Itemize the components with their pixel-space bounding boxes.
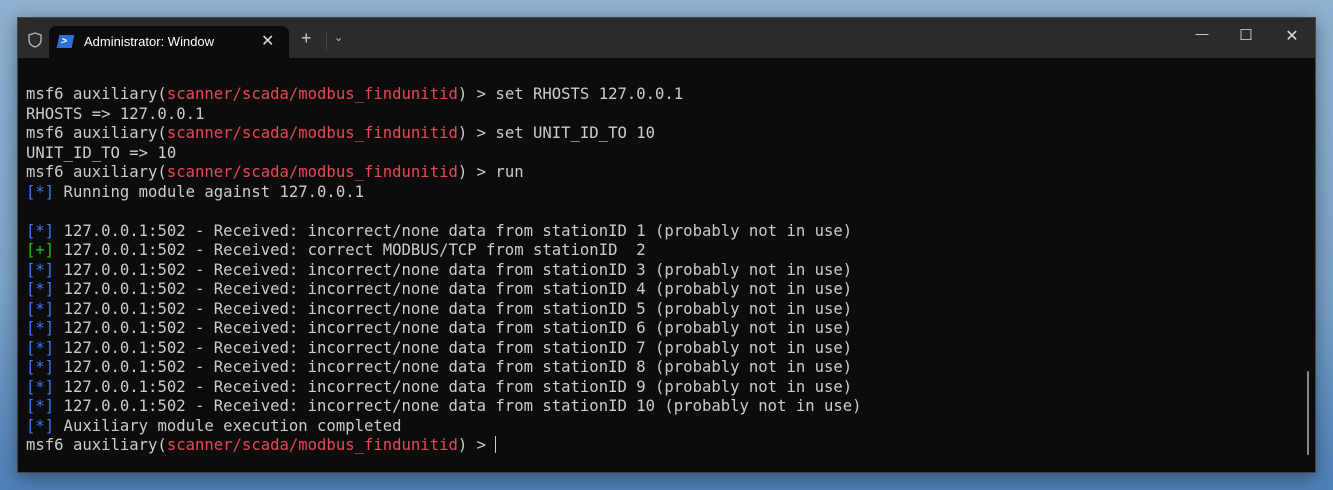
terminal-line: msf6 auxiliary(scanner/scada/modbus_find… xyxy=(26,124,862,144)
terminal-text: 127.0.0.1:502 - Received: incorrect/none… xyxy=(54,319,853,337)
terminal-line: [*] 127.0.0.1:502 - Received: incorrect/… xyxy=(26,319,862,339)
terminal-line: [*] 127.0.0.1:502 - Received: incorrect/… xyxy=(26,358,862,378)
terminal-line: [*] 127.0.0.1:502 - Received: incorrect/… xyxy=(26,378,862,398)
colored-text-green: [+] xyxy=(26,241,55,259)
terminal-text: 127.0.0.1:502 - Received: incorrect/none… xyxy=(54,377,853,396)
colored-text-red: scanner/scada/modbus_findunitid xyxy=(166,436,458,454)
terminal-line: [*] 127.0.0.1:502 - Received: incorrect/… xyxy=(26,280,862,300)
minimize-button[interactable]: — xyxy=(1182,26,1222,41)
scrollbar[interactable] xyxy=(1307,371,1309,455)
terminal-line: [*] 127.0.0.1:502 - Received: incorrect/… xyxy=(26,397,862,417)
terminal-line: msf6 auxiliary(scanner/scada/modbus_find… xyxy=(26,163,862,183)
terminal-text: 127.0.0.1:502 - Received: correct MODBUS… xyxy=(54,241,646,259)
terminal-line: UNIT_ID_TO => 10 xyxy=(26,144,862,164)
terminal-text: Auxiliary module execution completed xyxy=(54,416,402,435)
colored-text-blue: [*] xyxy=(26,338,55,357)
new-tab-button[interactable]: + xyxy=(301,29,312,47)
terminal-text: 127.0.0.1:502 - Received: incorrect/none… xyxy=(54,280,853,298)
powershell-icon: > xyxy=(56,35,75,48)
terminal-text: ) > set RHOSTS 127.0.0.1 xyxy=(457,85,684,103)
colored-text-blue: [*] xyxy=(26,319,55,337)
close-button[interactable]: ✕ xyxy=(1272,26,1312,46)
colored-text-blue: [*] xyxy=(26,260,55,279)
terminal-line: [*] 127.0.0.1:502 - Received: incorrect/… xyxy=(26,261,862,281)
terminal-line: [*] 127.0.0.1:502 - Received: incorrect/… xyxy=(26,222,862,242)
terminal-line: RHOSTS => 127.0.0.1 xyxy=(26,105,862,125)
terminal-text: ) > xyxy=(457,436,496,454)
colored-text-blue: [*] xyxy=(26,416,55,435)
terminal-line: msf6 auxiliary(scanner/scada/modbus_find… xyxy=(26,436,862,456)
terminal-line: [*] Running module against 127.0.0.1 xyxy=(26,183,862,203)
colored-text-blue: [*] xyxy=(26,397,55,415)
terminal-text: msf6 auxiliary( xyxy=(26,163,167,181)
colored-text-blue: [*] xyxy=(26,377,55,396)
colored-text-red: scanner/scada/modbus_findunitid xyxy=(166,85,458,103)
terminal-text: 127.0.0.1:502 - Received: incorrect/none… xyxy=(54,260,853,279)
terminal-line: msf6 auxiliary(scanner/scada/modbus_find… xyxy=(26,85,862,105)
colored-text-blue: [*] xyxy=(26,358,55,376)
terminal-text: 127.0.0.1:502 - Received: incorrect/none… xyxy=(54,397,862,415)
maximize-button[interactable]: ☐ xyxy=(1226,26,1266,44)
terminal-text: ) > run xyxy=(457,163,524,181)
terminal-line: [*] 127.0.0.1:502 - Received: incorrect/… xyxy=(26,300,862,320)
colored-text-blue: [*] xyxy=(26,280,55,298)
terminal-text: RHOSTS => 127.0.0.1 xyxy=(26,104,205,123)
terminal-text: 127.0.0.1:502 - Received: incorrect/none… xyxy=(54,221,853,240)
terminal-text: 127.0.0.1:502 - Received: incorrect/none… xyxy=(54,338,853,357)
colored-text-red: scanner/scada/modbus_findunitid xyxy=(166,124,458,142)
colored-text-red: scanner/scada/modbus_findunitid xyxy=(166,163,458,181)
title-bar: > Administrator: Windows PowerShell ✕ + … xyxy=(18,18,1315,58)
terminal-line: [+] 127.0.0.1:502 - Received: correct MO… xyxy=(26,241,862,261)
tab-close-button[interactable]: ✕ xyxy=(261,31,274,51)
terminal-output[interactable]: msf6 auxiliary(scanner/scada/modbus_find… xyxy=(26,85,862,456)
text-cursor xyxy=(495,436,497,453)
terminal-text: 127.0.0.1:502 - Received: incorrect/none… xyxy=(54,358,853,376)
terminal-window: > Administrator: Windows PowerShell ✕ + … xyxy=(17,17,1316,473)
colored-text-blue: [*] xyxy=(26,299,55,318)
shield-icon xyxy=(28,32,42,48)
terminal-text: msf6 auxiliary( xyxy=(26,436,167,454)
terminal-text: 127.0.0.1:502 - Received: incorrect/none… xyxy=(54,299,853,318)
terminal-line: [*] Auxiliary module execution completed xyxy=(26,417,862,437)
terminal-text: ) > set UNIT_ID_TO 10 xyxy=(457,124,656,142)
chevron-down-icon[interactable]: ⌄ xyxy=(334,31,343,44)
terminal-text: msf6 auxiliary( xyxy=(26,85,167,103)
tab-powershell[interactable]: > Administrator: Windows PowerShell ✕ xyxy=(49,26,289,58)
colored-text-blue: [*] xyxy=(26,221,55,240)
terminal-text: UNIT_ID_TO => 10 xyxy=(26,143,177,162)
terminal-text: Running module against 127.0.0.1 xyxy=(54,182,364,201)
terminal-text: msf6 auxiliary( xyxy=(26,124,167,142)
tab-title: Administrator: Windows PowerShell xyxy=(84,34,214,49)
divider xyxy=(326,32,327,50)
colored-text-blue: [*] xyxy=(26,182,55,201)
terminal-line: [*] 127.0.0.1:502 - Received: incorrect/… xyxy=(26,339,862,359)
